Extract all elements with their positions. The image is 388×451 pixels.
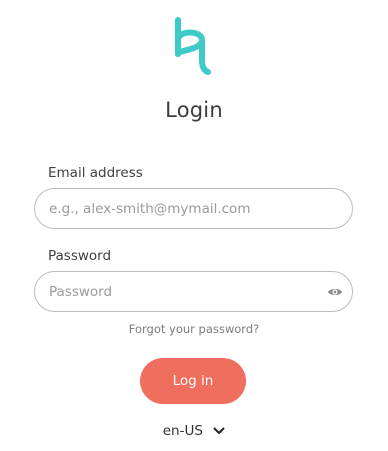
locale-label: en-US xyxy=(162,423,203,439)
eye-icon[interactable] xyxy=(327,284,343,300)
email-field[interactable] xyxy=(49,189,319,228)
email-field-container xyxy=(34,188,353,229)
login-button[interactable]: Log in xyxy=(140,358,246,404)
password-field-container xyxy=(34,271,353,312)
locale-selector[interactable]: en-US xyxy=(0,423,388,439)
brand-logo-icon xyxy=(175,17,211,75)
password-field[interactable] xyxy=(49,272,319,311)
email-label: Email address xyxy=(48,165,143,181)
forgot-password-link[interactable]: Forgot your password? xyxy=(0,322,388,336)
password-label: Password xyxy=(48,248,112,264)
chevron-down-icon xyxy=(213,427,225,434)
page-title: Login xyxy=(165,98,223,122)
